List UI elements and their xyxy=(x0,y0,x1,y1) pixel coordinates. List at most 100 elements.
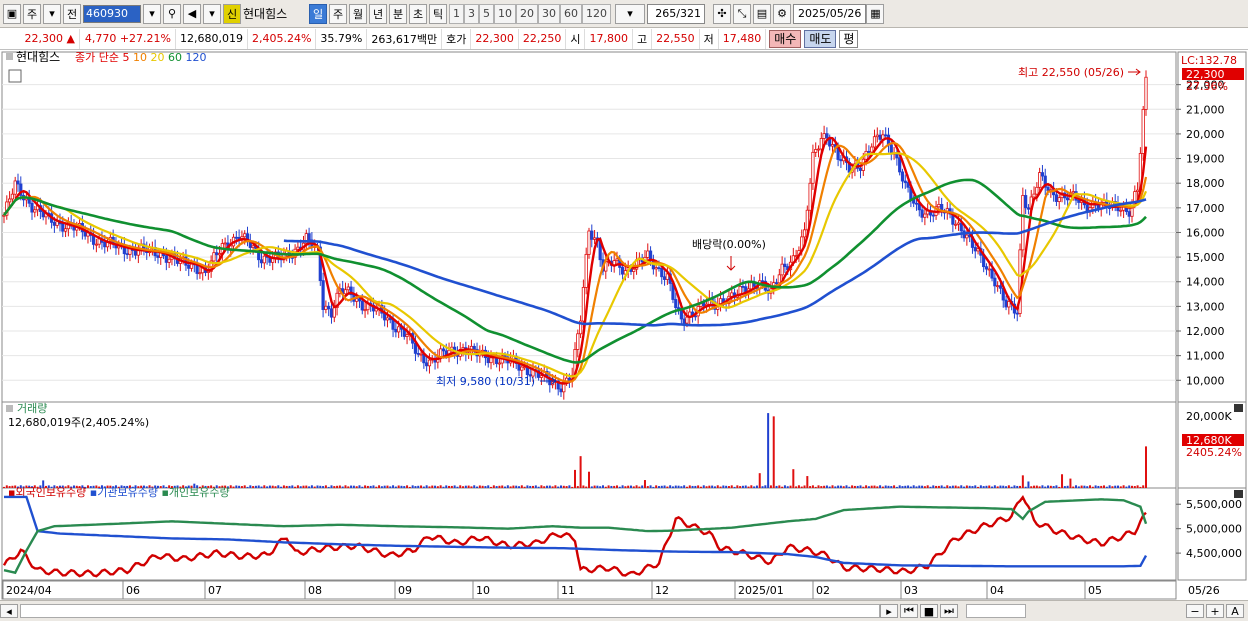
tab-period[interactable]: 분 xyxy=(389,3,407,24)
tab-period[interactable]: 틱 xyxy=(429,3,447,24)
volume-bar xyxy=(988,485,991,488)
volume-bar xyxy=(722,485,725,488)
interval-button[interactable]: 30 xyxy=(538,3,560,24)
volume-bar xyxy=(235,485,238,488)
candle-body xyxy=(990,268,994,279)
sell-button[interactable]: 매도 xyxy=(804,29,837,48)
volume-bar xyxy=(741,485,744,488)
volume-bar xyxy=(565,486,568,488)
volume-bar xyxy=(1094,485,1097,488)
date-input[interactable]: 2025/05/26 xyxy=(793,3,867,24)
calendar-icon[interactable]: ▦ xyxy=(866,3,885,24)
volume-bar xyxy=(716,485,719,488)
open-label: 시 xyxy=(566,28,586,49)
whole-select[interactable]: 전 xyxy=(63,3,81,24)
volume-bar xyxy=(403,486,406,488)
current-price: 22,300 ▲ xyxy=(0,28,80,49)
volume-bar xyxy=(1013,485,1016,488)
interval-button[interactable]: 3 xyxy=(464,3,479,24)
tab-period[interactable]: 월 xyxy=(349,3,367,24)
volume-bar xyxy=(266,486,269,488)
scroll-left-icon[interactable]: ◂ xyxy=(0,604,18,618)
volume-bar xyxy=(641,485,644,488)
tab-period[interactable]: 년 xyxy=(369,3,387,24)
volume-bar xyxy=(1049,485,1052,488)
x-tick-label: 10 xyxy=(476,584,490,597)
volume-bar xyxy=(448,485,451,488)
candle-body xyxy=(816,148,821,151)
search-icon[interactable]: ⚲ xyxy=(163,3,181,24)
interval-button[interactable]: 1 xyxy=(449,3,464,24)
candle-body xyxy=(1057,197,1061,202)
zoom-out-icon[interactable]: − xyxy=(1186,604,1204,618)
volume-bar xyxy=(991,486,994,488)
high-price: 22,550 xyxy=(652,28,700,49)
x-tick-label: 08 xyxy=(308,584,322,597)
volume-bar xyxy=(795,486,798,488)
interval-button[interactable]: 5 xyxy=(479,3,494,24)
candle-body xyxy=(749,282,753,290)
volume-bar xyxy=(688,485,691,488)
volume-bar xyxy=(663,485,666,488)
count-input[interactable]: 265/321 xyxy=(647,3,705,24)
chart-settings-icon[interactable]: ▣ xyxy=(3,3,21,24)
stop-icon[interactable]: ■ xyxy=(920,604,938,618)
y-tick-label: 20,000 xyxy=(1186,128,1225,141)
volume-bar xyxy=(484,486,487,488)
volume-bar xyxy=(848,486,851,488)
volume-bar xyxy=(946,485,949,488)
speaker-icon[interactable]: ◀ xyxy=(183,3,201,24)
x-tick-label: 06 xyxy=(126,584,140,597)
scrollbar[interactable] xyxy=(20,604,880,618)
scroll-right-icon[interactable]: ▸ xyxy=(880,604,898,618)
y-tick-label: 15,000 xyxy=(1186,251,1225,264)
draw-icon[interactable]: ⤡ xyxy=(733,3,751,24)
zoom-slider[interactable] xyxy=(966,604,1026,618)
volume-bar xyxy=(456,486,459,488)
crosshair-icon[interactable]: ✣ xyxy=(713,3,731,24)
volume-bar xyxy=(666,486,669,488)
code-dropdown-icon[interactable]: ▾ xyxy=(143,3,161,24)
interval-button[interactable]: 120 xyxy=(582,3,611,24)
eval-button[interactable]: 평 xyxy=(839,29,859,48)
font-size-icon[interactable]: A xyxy=(1226,604,1244,618)
y-tick-label: 13,000 xyxy=(1186,300,1225,313)
volume-bar xyxy=(366,485,369,488)
volume-bar xyxy=(601,485,604,488)
volume-bar xyxy=(901,486,904,488)
type-select[interactable]: 주 xyxy=(23,3,41,24)
volume-bar xyxy=(963,486,966,488)
volume-bar xyxy=(406,485,409,488)
interval-button[interactable]: 60 xyxy=(560,3,582,24)
volume-marker xyxy=(6,405,13,412)
volume-bar xyxy=(867,486,870,488)
save-icon[interactable]: ▤ xyxy=(753,3,771,24)
tab-period[interactable]: 일 xyxy=(309,3,327,24)
candle-body xyxy=(327,305,331,310)
rewind-icon[interactable]: ⏮ xyxy=(900,604,918,618)
tab-period[interactable]: 초 xyxy=(409,3,427,24)
interval-button[interactable]: 10 xyxy=(494,3,516,24)
y-tick-label: 14,000 xyxy=(1186,276,1225,289)
candle-body xyxy=(472,345,476,350)
stock-chart[interactable]: 10,000 11,000 12,000 13,000 14,000 15,000 16,0… xyxy=(0,50,1248,600)
speaker-dropdown-icon[interactable]: ▾ xyxy=(203,3,221,24)
volume-bar xyxy=(587,471,590,488)
tab-period[interactable]: 주 xyxy=(329,3,347,24)
volume-bar xyxy=(344,485,347,488)
chevron-down-icon[interactable]: ▾ xyxy=(43,3,61,24)
interval-button[interactable]: 20 xyxy=(516,3,538,24)
stock-code-input[interactable]: 460930 xyxy=(83,4,141,23)
candle-body xyxy=(13,180,17,195)
interval-dropdown[interactable]: ▾ xyxy=(615,3,645,24)
x-tick-label: 07 xyxy=(208,584,222,597)
volume-bar xyxy=(649,485,652,488)
buy-button[interactable]: 매수 xyxy=(769,29,802,48)
volume-bar xyxy=(940,485,943,488)
zoom-in-icon[interactable]: + xyxy=(1206,604,1224,618)
candle-body xyxy=(1077,199,1081,203)
y-tick-label: 16,000 xyxy=(1186,226,1225,239)
gear-icon[interactable]: ⚙ xyxy=(773,3,791,24)
volume-bar xyxy=(624,486,627,488)
forward-icon[interactable]: ⏭ xyxy=(940,604,958,618)
